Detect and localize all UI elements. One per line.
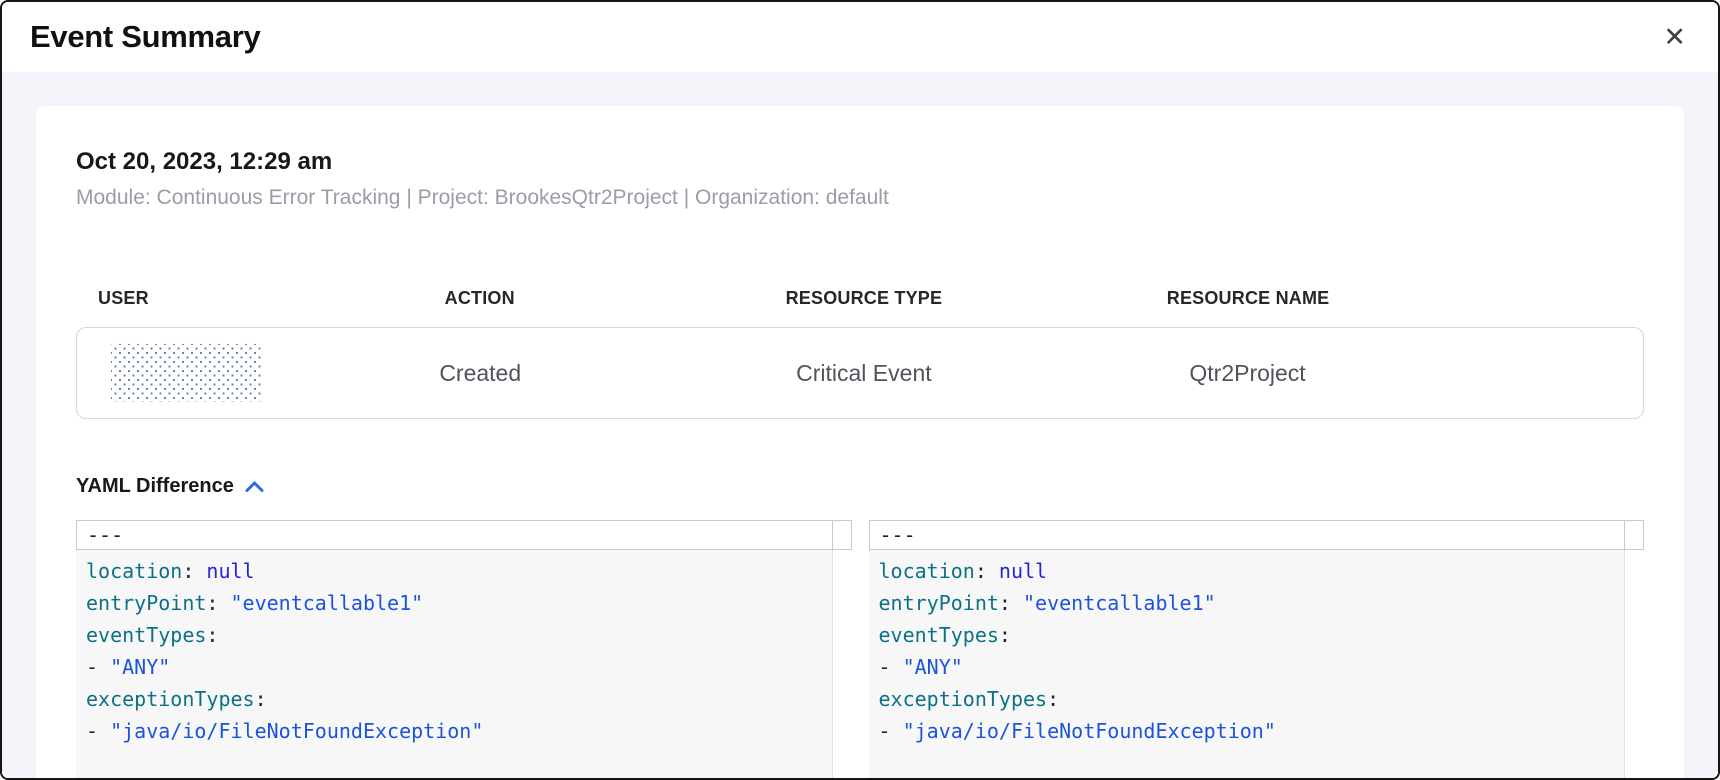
scrollbar-corner-right[interactable] bbox=[1624, 520, 1644, 550]
column-header-action: ACTION bbox=[288, 288, 672, 309]
yaml-code-left: location: nullentryPoint: "eventcallable… bbox=[86, 555, 822, 747]
yaml-diff-panel-left: --- location: nullentryPoint: "eventcall… bbox=[76, 520, 852, 778]
yaml-doc-separator-right: --- bbox=[869, 520, 1626, 550]
vertical-scrollbar-left[interactable] bbox=[832, 550, 852, 778]
user-redacted-pattern bbox=[111, 344, 263, 402]
close-icon[interactable]: ✕ bbox=[1661, 20, 1688, 55]
scrollbar-corner-left[interactable] bbox=[832, 520, 852, 550]
chevron-up-icon bbox=[245, 480, 264, 493]
diff-body-right: location: nullentryPoint: "eventcallable… bbox=[869, 550, 1645, 778]
page-title: Event Summary bbox=[30, 19, 260, 55]
column-header-resource-name: RESOURCE NAME bbox=[1056, 288, 1440, 309]
modal-header: Event Summary ✕ bbox=[2, 2, 1718, 72]
event-meta: Module: Continuous Error Tracking | Proj… bbox=[76, 186, 1644, 210]
yaml-diff-panel-right: --- location: nullentryPoint: "eventcall… bbox=[869, 520, 1645, 778]
yaml-code-right: location: nullentryPoint: "eventcallable… bbox=[879, 555, 1615, 747]
event-timestamp: Oct 20, 2023, 12:29 am bbox=[76, 148, 1644, 176]
yaml-doc-separator-left: --- bbox=[76, 520, 833, 550]
diff-topbar-right: --- bbox=[869, 520, 1645, 550]
user-cell bbox=[77, 344, 288, 402]
resource-type-value: Critical Event bbox=[672, 360, 1056, 387]
column-header-user: USER bbox=[76, 288, 288, 309]
diff-body-left: location: nullentryPoint: "eventcallable… bbox=[76, 550, 852, 778]
yaml-diff-container: --- location: nullentryPoint: "eventcall… bbox=[76, 520, 1644, 778]
vertical-scrollbar-right[interactable] bbox=[1624, 550, 1644, 778]
table-row: Created Critical Event Qtr2Project bbox=[76, 327, 1644, 419]
event-card: Oct 20, 2023, 12:29 am Module: Continuou… bbox=[36, 106, 1684, 778]
table-header-row: USER ACTION RESOURCE TYPE RESOURCE NAME bbox=[76, 288, 1644, 309]
separator-text: --- bbox=[87, 523, 123, 547]
modal-body: Oct 20, 2023, 12:29 am Module: Continuou… bbox=[2, 72, 1718, 778]
action-value: Created bbox=[288, 360, 672, 387]
separator-text: --- bbox=[880, 523, 916, 547]
yaml-difference-label: YAML Difference bbox=[76, 475, 234, 498]
diff-topbar-left: --- bbox=[76, 520, 852, 550]
event-summary-modal: Event Summary ✕ Oct 20, 2023, 12:29 am M… bbox=[0, 0, 1720, 780]
yaml-difference-toggle[interactable]: YAML Difference bbox=[76, 475, 264, 498]
column-header-resource-type: RESOURCE TYPE bbox=[672, 288, 1056, 309]
resource-name-value: Qtr2Project bbox=[1056, 360, 1440, 387]
